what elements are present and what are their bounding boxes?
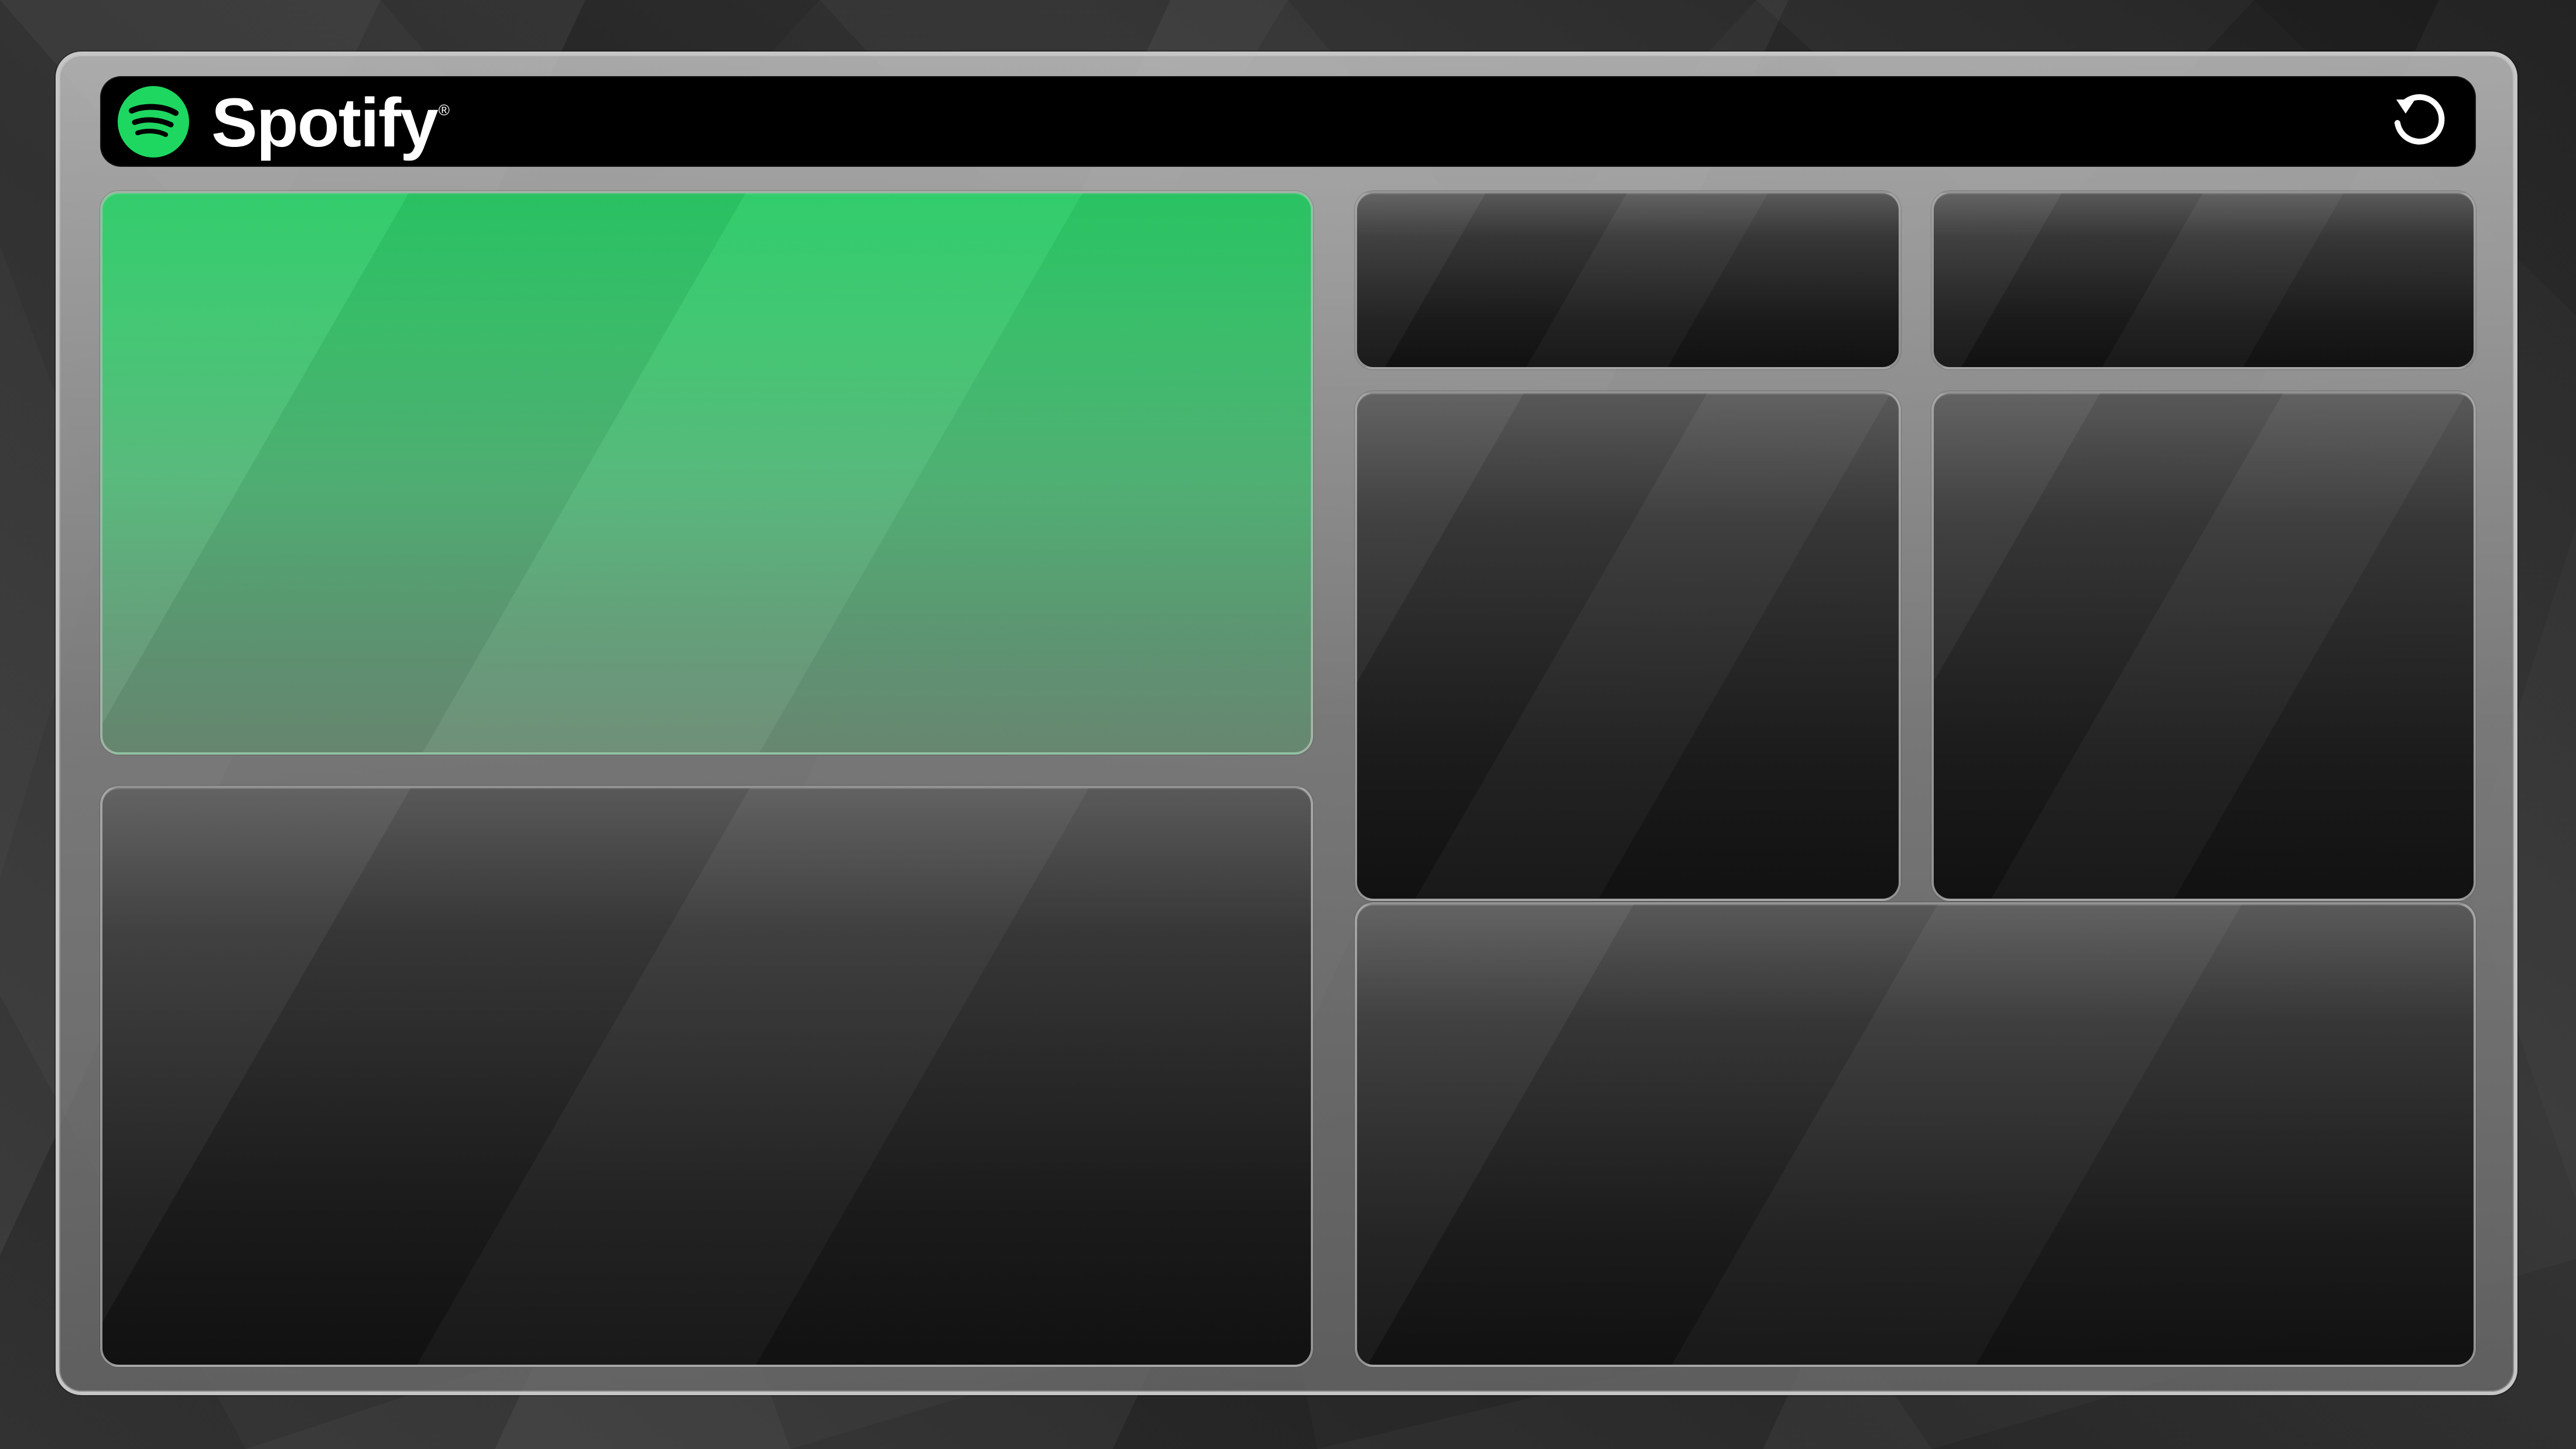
brand-name: Spotify	[211, 84, 439, 162]
right-middle-panel-1[interactable]	[1355, 391, 1901, 901]
spotify-logo-icon	[118, 86, 189, 157]
right-middle-panel-2[interactable]	[1931, 391, 2476, 901]
top-bar: Spotify®	[100, 76, 2476, 167]
brand-wordmark: Spotify®	[211, 88, 450, 157]
refresh-icon	[2395, 94, 2445, 145]
bottom-right-panel[interactable]	[1355, 902, 2476, 1367]
brand-trademark: ®	[438, 101, 450, 119]
brand: Spotify®	[118, 86, 450, 157]
bottom-left-panel[interactable]	[100, 786, 1313, 1367]
dashboard-frame: Spotify®	[56, 52, 2517, 1395]
featured-panel[interactable]	[100, 191, 1313, 755]
top-right-small-panel-2[interactable]	[1931, 191, 2476, 369]
refresh-button[interactable]	[2386, 89, 2450, 153]
top-right-small-panel-1[interactable]	[1355, 191, 1901, 369]
